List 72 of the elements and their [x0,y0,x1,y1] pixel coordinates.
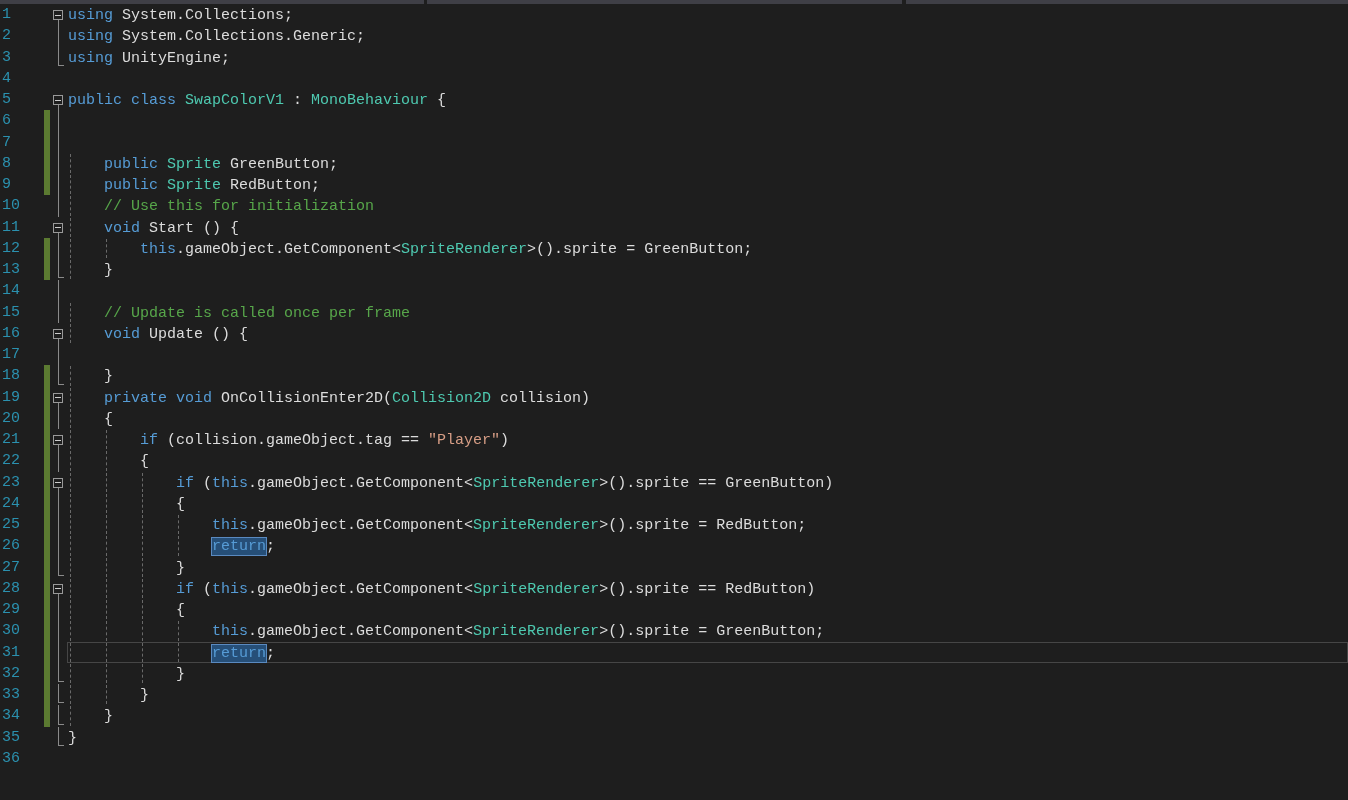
line-number: 23 [1,472,21,493]
code-line: using System.Collections; [68,7,294,24]
code-line: { [176,495,186,513]
line-number: 18 [1,366,21,387]
line-number: 31 [1,642,21,663]
code-line: this.gameObject.GetComponent<SpriteRenderer>().sprite = RedButton; [212,517,807,534]
code-line: } [104,262,114,279]
line-number: 28 [1,578,21,599]
code-line: } [176,665,186,683]
line-number: 29 [1,600,21,620]
code-line: this.gameObject.GetComponent<SpriteRenderer>().sprite = GreenButton; [140,240,753,258]
line-number: 10 [1,196,21,217]
code-line: private void OnCollisionEnter2D(Collision2D collision) [104,389,591,407]
line-number: 22 [1,451,21,472]
line-number: 8 [1,153,12,174]
collapse-toggle-icon[interactable] [53,95,63,105]
line-number: 32 [1,663,21,684]
line-number: 4 [1,68,12,89]
code-line: { [176,602,186,619]
line-number: 12 [1,238,21,259]
collapse-toggle-icon[interactable] [53,435,63,445]
code-line: if (this.gameObject.GetComponent<SpriteRenderer>().sprite == GreenButton) [176,474,834,492]
code-line: } [176,559,186,577]
line-number: 13 [1,260,21,280]
line-number: 9 [1,175,12,195]
line-number: 35 [1,727,21,748]
line-number: 30 [1,621,21,642]
line-number: 11 [1,217,21,238]
line-number: 20 [1,408,21,429]
line-number: 7 [1,132,12,153]
code-line: public Sprite GreenButton; [104,155,339,173]
collapse-toggle-icon[interactable] [53,392,63,403]
code-line: using System.Collections.Generic; [68,28,366,46]
code-line: // Update is called once per frame [104,304,411,322]
collapse-toggle-icon[interactable] [53,477,63,488]
line-number: 16 [1,323,21,344]
collapse-toggle-icon[interactable] [53,10,63,20]
code-line: // Use this for initialization [104,198,375,216]
line-number: 24 [1,493,21,514]
line-number: 17 [1,345,21,365]
line-number: 34 [1,706,21,727]
code-line: this.gameObject.GetComponent<SpriteRenderer>().sprite = GreenButton; [212,623,825,641]
line-number: 27 [1,557,21,578]
code-line: public class SwapColorV1 : MonoBehaviour { [68,92,447,109]
line-number: 26 [1,536,21,557]
line-number: 36 [1,748,21,769]
line-number: 19 [1,387,21,408]
code-line: if (this.gameObject.GetComponent<SpriteRenderer>().sprite == RedButton) [176,580,816,598]
code-line: { [104,410,114,428]
line-number: 6 [1,111,12,132]
code-line: void Update () { [104,325,249,343]
code-line: public Sprite RedButton; [104,177,321,194]
line-number: 25 [1,515,21,535]
code-line: } [104,368,114,386]
line-number: 14 [1,281,21,302]
line-number: 21 [1,430,21,450]
line-number: 15 [1,302,21,323]
code-line: } [140,687,150,704]
line-number: 3 [1,47,12,68]
line-number: 2 [1,26,12,47]
code-line: if (collision.gameObject.tag == "Player") [140,432,510,449]
line-number: 5 [1,90,12,110]
collapse-toggle-icon[interactable] [53,222,63,233]
collapse-toggle-icon[interactable] [53,583,63,594]
line-number: 1 [1,5,12,25]
code-line: void Start () { [104,219,240,237]
code-line: using UnityEngine; [68,49,231,67]
code-line: } [104,708,114,726]
line-number: 33 [1,685,21,705]
code-line: } [68,729,77,747]
collapse-toggle-icon[interactable] [53,328,63,339]
code-line: { [140,453,150,471]
